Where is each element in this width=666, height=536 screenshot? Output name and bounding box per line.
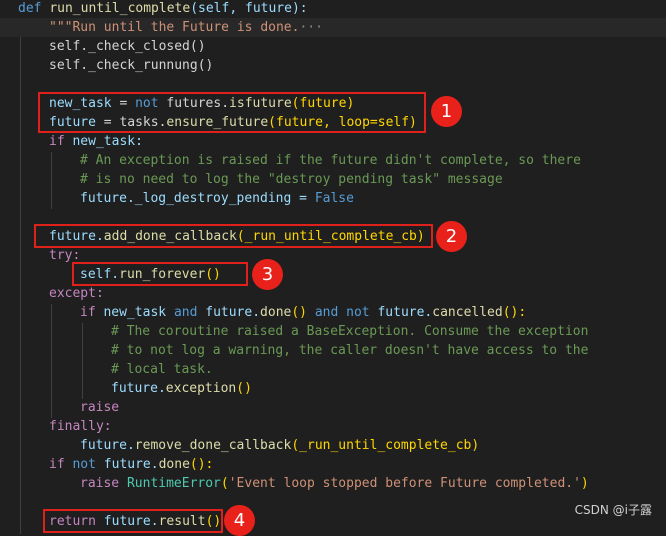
function-name: run_until_complete bbox=[49, 1, 191, 16]
call-parens: () bbox=[236, 381, 252, 396]
code-line-23[interactable]: finally: bbox=[49, 417, 112, 436]
var-new-task: new_task bbox=[95, 305, 174, 320]
annotation-box-1 bbox=[38, 92, 426, 133]
condition: new_task: bbox=[64, 134, 143, 149]
indent-guide bbox=[20, 19, 21, 534]
call-parens: () bbox=[291, 305, 315, 320]
annotation-box-2 bbox=[34, 224, 433, 248]
paren-close: ) bbox=[580, 476, 589, 491]
watermark: CSDN @i子露 bbox=[574, 503, 652, 517]
keyword-if: if bbox=[49, 134, 65, 149]
paren-open: ( bbox=[220, 476, 229, 491]
annotation-badge-4: 4 bbox=[224, 505, 255, 536]
code-line-3[interactable]: self._check_closed() bbox=[49, 37, 206, 56]
code-line-16[interactable]: except: bbox=[49, 284, 104, 303]
code-editor[interactable]: def run_until_complete(self, future): ""… bbox=[0, 0, 666, 536]
keyword-not: not bbox=[338, 305, 370, 320]
class-runtime-error: RuntimeError bbox=[126, 476, 221, 491]
code-line-11[interactable]: future._log_destroy_pending = False bbox=[80, 189, 354, 208]
comment-line-19[interactable]: # to not log a warning, the caller doesn… bbox=[111, 341, 588, 360]
annotation-box-4 bbox=[43, 509, 223, 533]
docstring: """Run until the Future is done. bbox=[49, 20, 300, 35]
attr-log-destroy: future._log_destroy_pending = bbox=[80, 191, 315, 206]
comment-line-10[interactable]: # is no need to log the "destroy pending… bbox=[80, 170, 503, 189]
keyword-if: if bbox=[80, 305, 96, 320]
code-line-21[interactable]: future.exception() bbox=[111, 379, 252, 398]
keyword-raise: raise bbox=[80, 476, 120, 491]
fn-done: done bbox=[158, 457, 190, 472]
code-line-1[interactable]: def run_until_complete(self, future): bbox=[18, 0, 308, 18]
fn-exception: exception bbox=[165, 381, 237, 396]
var-future: future. bbox=[197, 305, 261, 320]
function-args: (self, future): bbox=[190, 1, 308, 16]
var-future: future. bbox=[95, 457, 159, 472]
keyword-if: if bbox=[49, 457, 65, 472]
indent-guide bbox=[82, 323, 83, 399]
keyword-and: and bbox=[173, 305, 198, 320]
keyword-and: and bbox=[314, 305, 339, 320]
code-line-26[interactable]: raise RuntimeError('Event loop stopped b… bbox=[80, 474, 589, 493]
annotation-badge-1: 1 bbox=[431, 96, 462, 127]
var-future: future. bbox=[80, 438, 135, 453]
fold-ellipsis-icon[interactable]: ··· bbox=[299, 20, 322, 35]
fn-remove-done-callback: remove_done_callback bbox=[134, 438, 292, 453]
code-line-25[interactable]: if not future.done(): bbox=[49, 455, 213, 474]
fn-cancelled: cancelled bbox=[432, 305, 503, 320]
comment-line-18[interactable]: # The coroutine raised a BaseException. … bbox=[111, 322, 588, 341]
code-line-8[interactable]: if new_task: bbox=[49, 132, 143, 151]
var-future: future. bbox=[111, 381, 166, 396]
annotation-box-3 bbox=[72, 262, 248, 286]
fn-done: done bbox=[260, 305, 292, 320]
call-parens: (): bbox=[502, 305, 527, 320]
code-line-17[interactable]: if new_task and future.done() and not fu… bbox=[80, 303, 526, 322]
call-parens: (): bbox=[189, 457, 214, 472]
annotation-badge-3: 3 bbox=[252, 259, 283, 290]
code-line-2[interactable]: """Run until the Future is done.··· bbox=[49, 18, 323, 37]
code-line-24[interactable]: future.remove_done_callback(_run_until_c… bbox=[80, 436, 479, 455]
comment-line-20[interactable]: # local task. bbox=[111, 360, 213, 379]
keyword-not: not bbox=[64, 457, 96, 472]
indent-guide bbox=[51, 304, 52, 418]
keyword-def: def bbox=[18, 1, 42, 16]
code-line-4[interactable]: self._check_runnung() bbox=[49, 56, 213, 75]
comment-line-9[interactable]: # An exception is raised if the future d… bbox=[80, 151, 581, 170]
code-line-22[interactable]: raise bbox=[80, 398, 119, 417]
error-message: 'Event loop stopped before Future comple… bbox=[228, 476, 581, 491]
annotation-badge-2: 2 bbox=[436, 221, 467, 252]
literal-false: False bbox=[314, 191, 354, 206]
call-args: (_run_until_complete_cb) bbox=[291, 438, 480, 453]
var-future: future. bbox=[369, 305, 433, 320]
indent-guide bbox=[51, 152, 52, 209]
